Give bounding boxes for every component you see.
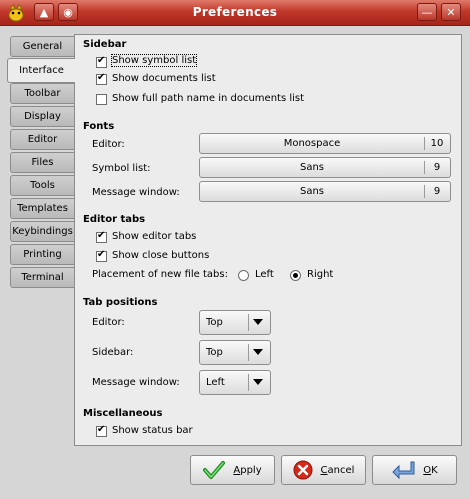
editor-tab-position-value: Top [206, 317, 223, 328]
cancel-icon [293, 460, 313, 480]
message-window-font-name: Sans [299, 186, 325, 197]
placement-right-radio[interactable] [290, 270, 301, 281]
placement-left-label[interactable]: Left [255, 269, 274, 280]
symbol-list-font-name: Sans [299, 162, 325, 173]
cancel-label: Cancel [320, 464, 355, 476]
sidebar-tab-position-select[interactable]: Top [199, 340, 271, 365]
font-button-separator [424, 161, 425, 174]
tabpos-editor-label: Editor: [92, 317, 125, 328]
message-window-tab-position-value: Left [206, 377, 225, 388]
chevron-down-icon [253, 379, 263, 385]
window-body: General Interface Toolbar Display Editor… [0, 26, 470, 499]
show-close-buttons-checkbox[interactable] [96, 249, 107, 262]
tab-editor[interactable]: Editor [10, 129, 74, 150]
editor-font-button[interactable]: Monospace 10 [199, 133, 451, 154]
tab-toolbar[interactable]: Toolbar [10, 83, 74, 104]
tab-terminal[interactable]: Terminal [10, 267, 74, 288]
show-symbol-list-checkbox[interactable] [96, 55, 107, 68]
editor-font-name: Monospace [283, 138, 341, 149]
tab-interface[interactable]: Interface [7, 58, 75, 83]
tabpos-message-window-label: Message window: [92, 377, 180, 388]
tab-keybindings[interactable]: Keybindings [10, 221, 74, 242]
tab-templates[interactable]: Templates [10, 198, 74, 219]
font-editor-label: Editor: [92, 139, 125, 150]
checkmark-icon [203, 461, 226, 479]
tab-files[interactable]: Files [10, 152, 74, 173]
show-status-bar-checkbox[interactable] [96, 424, 107, 437]
cancel-button[interactable]: Cancel [281, 455, 366, 485]
placement-left-radio[interactable] [238, 270, 249, 281]
interface-panel: Sidebar Show symbol list Show documents … [74, 34, 462, 446]
show-close-buttons-label[interactable]: Show close buttons [112, 250, 209, 261]
close-button[interactable]: ✕ [441, 3, 461, 21]
show-editor-tabs-checkbox[interactable] [96, 230, 107, 243]
combo-separator [248, 314, 249, 331]
tabpos-sidebar-label: Sidebar: [92, 347, 134, 358]
show-symbol-list-label[interactable]: Show symbol list [110, 54, 198, 67]
show-status-bar-label[interactable]: Show status bar [112, 425, 193, 436]
minimize-button[interactable]: — [417, 3, 437, 21]
ok-label: OK [423, 464, 438, 476]
placement-label: Placement of new file tabs: [92, 269, 228, 280]
chevron-down-icon [253, 349, 263, 355]
close-icon: ✕ [446, 5, 456, 19]
show-full-path-checkbox[interactable] [96, 94, 107, 105]
sidebar-tab-position-value: Top [206, 347, 223, 358]
apply-button[interactable]: Apply [190, 455, 275, 485]
tab-general[interactable]: General [10, 36, 74, 57]
combo-separator [248, 374, 249, 391]
sidebar-section-title: Sidebar [83, 39, 127, 50]
combo-separator [248, 344, 249, 361]
tab-display[interactable]: Display [10, 106, 74, 127]
show-documents-list-label[interactable]: Show documents list [112, 73, 216, 84]
fonts-section-title: Fonts [83, 121, 115, 132]
font-message-window-label: Message window: [92, 187, 180, 198]
editor-tabs-section-title: Editor tabs [83, 214, 146, 225]
placement-right-label[interactable]: Right [307, 269, 333, 280]
title-bar[interactable]: ▲ ◉ Preferences — ✕ [0, 0, 470, 26]
show-full-path-label[interactable]: Show full path name in documents list [112, 93, 304, 104]
chevron-down-icon [253, 319, 263, 325]
font-button-separator [424, 185, 425, 198]
message-window-font-button[interactable]: Sans 9 [199, 181, 451, 202]
message-window-tab-position-select[interactable]: Left [199, 370, 271, 395]
font-symbol-list-label: Symbol list: [92, 163, 151, 174]
show-documents-list-checkbox[interactable] [96, 72, 107, 85]
font-button-separator [424, 137, 425, 150]
message-window-font-size: 9 [433, 186, 441, 197]
enter-arrow-icon [392, 461, 415, 480]
tab-positions-section-title: Tab positions [83, 297, 158, 308]
editor-tab-position-select[interactable]: Top [199, 310, 271, 335]
tab-printing[interactable]: Printing [10, 244, 74, 265]
symbol-list-font-button[interactable]: Sans 9 [199, 157, 451, 178]
minimize-icon: — [421, 5, 433, 19]
editor-font-size: 10 [430, 138, 444, 149]
misc-section-title: Miscellaneous [83, 408, 163, 419]
apply-label: Apply [233, 464, 262, 476]
window-title: Preferences [192, 5, 278, 19]
show-editor-tabs-label[interactable]: Show editor tabs [112, 231, 196, 242]
symbol-list-font-size: 9 [433, 162, 441, 173]
tab-tools[interactable]: Tools [10, 175, 74, 196]
ok-button[interactable]: OK [372, 455, 457, 485]
